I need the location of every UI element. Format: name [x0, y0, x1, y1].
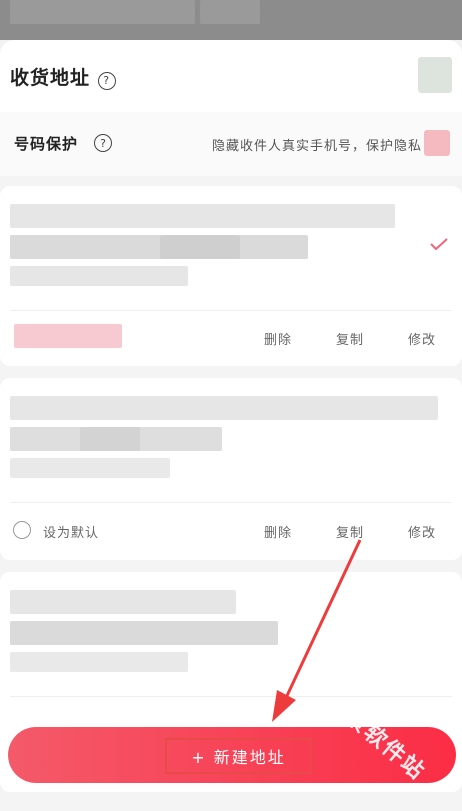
blurred-address-line	[10, 235, 308, 259]
number-protection-row: 号码保护 ? 隐藏收件人真实手机号，保护隐私	[0, 112, 462, 176]
card-divider	[10, 502, 452, 503]
card-divider	[10, 696, 452, 697]
address-sheet: 收货地址 ? 号码保护 ? 隐藏收件人真实手机号，保护隐私 删除 复制 修改 设…	[0, 40, 462, 811]
sheet-header: 收货地址 ?	[0, 40, 462, 112]
copy-button[interactable]: 复制	[336, 329, 364, 348]
blurred-name-phone	[10, 396, 438, 420]
blurred-header-text	[10, 0, 195, 24]
edit-button[interactable]: 修改	[408, 522, 436, 541]
blurred-address-detail	[10, 458, 170, 478]
address-card[interactable]: 设为默认 删除 复制 修改	[0, 378, 462, 560]
address-card[interactable]: 删除 复制 修改	[0, 186, 462, 366]
blurred-header-text	[200, 0, 260, 24]
add-address-label[interactable]: + 新建地址	[165, 738, 312, 774]
number-protection-label: 号码保护	[14, 135, 79, 153]
number-protection-description: 隐藏收件人真实手机号，保护隐私	[211, 139, 422, 154]
blurred-address-line	[80, 427, 140, 451]
default-radio[interactable]	[13, 521, 31, 539]
close-button[interactable]	[418, 57, 452, 93]
number-protection-toggle[interactable]	[424, 130, 450, 156]
selected-check-icon	[430, 238, 448, 250]
page-title-text: 收货地址	[10, 67, 91, 89]
copy-button[interactable]: 复制	[336, 522, 364, 541]
edit-button[interactable]: 修改	[408, 329, 436, 348]
help-icon[interactable]: ?	[97, 71, 116, 90]
help-icon[interactable]: ?	[94, 134, 112, 152]
blurred-address-line	[160, 235, 240, 259]
default-badge-blurred	[14, 324, 122, 348]
delete-button[interactable]: 删除	[264, 329, 292, 348]
blurred-name-phone	[10, 204, 395, 228]
background-app-header	[0, 0, 462, 40]
set-default-label[interactable]: 设为默认	[43, 522, 99, 541]
blurred-address-line	[10, 621, 278, 645]
card-divider	[10, 310, 452, 311]
blurred-address-detail	[10, 652, 188, 672]
blurred-address-detail	[10, 266, 188, 286]
page-title: 收货地址 ?	[10, 63, 116, 90]
delete-button[interactable]: 删除	[264, 522, 292, 541]
blurred-name-phone	[10, 590, 236, 614]
